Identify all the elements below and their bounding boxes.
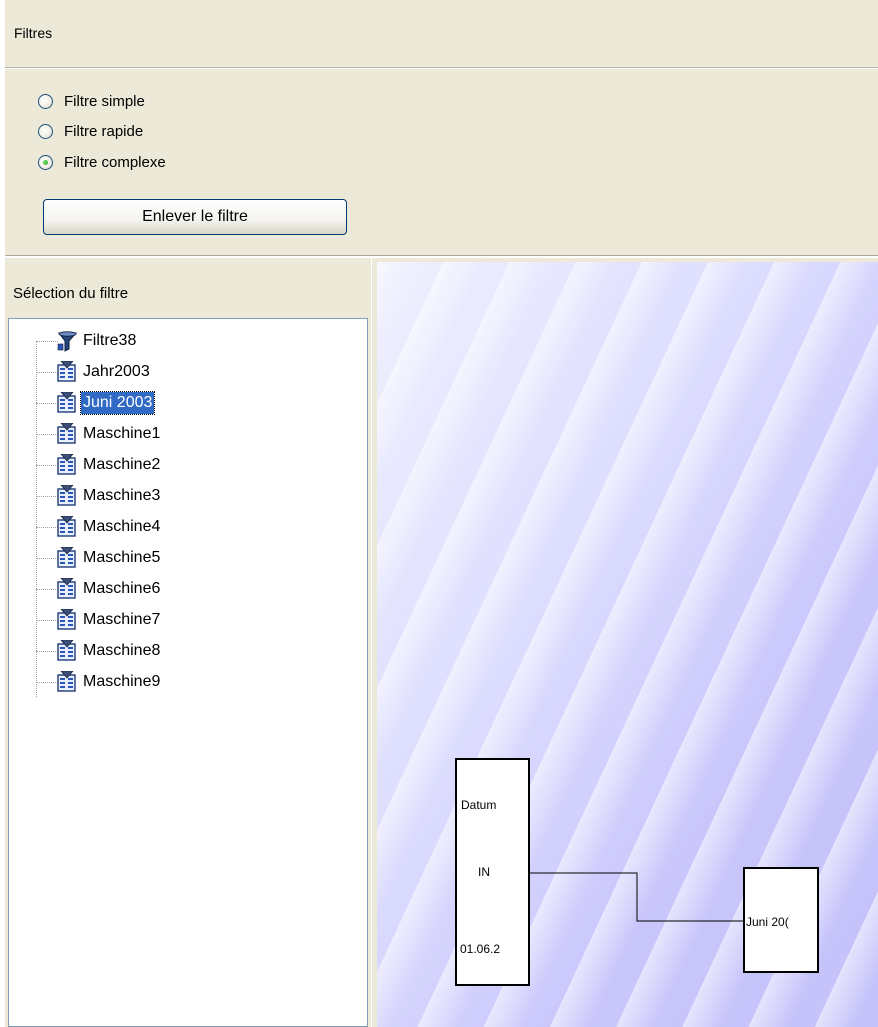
tree-item-label: Maschine1 (83, 425, 161, 442)
tree-item-label: Filtre38 (83, 332, 137, 349)
tree-item[interactable]: Maschine5 (36, 544, 162, 572)
radio-button-checked[interactable] (38, 154, 53, 170)
filters-title: Filtres (14, 25, 53, 41)
filter-document-icon (56, 454, 78, 476)
tree-item[interactable]: Maschine3 (36, 482, 162, 510)
filter-document-icon (56, 578, 78, 600)
filter-document-icon (56, 547, 78, 569)
tree-item[interactable]: Jahr2003 (36, 358, 152, 386)
filter-document-icon (56, 640, 78, 662)
tree-item[interactable]: Maschine6 (36, 575, 162, 603)
radio-button[interactable] (38, 123, 53, 139)
tree-branch-line (36, 526, 58, 528)
tree-branch-line (36, 495, 58, 497)
tree-branch-line (36, 557, 58, 559)
node-connector (529, 872, 744, 922)
tree-item-label: Maschine7 (83, 611, 161, 628)
condition-field: Datum (461, 798, 496, 812)
filters-header: Filtres (5, 0, 878, 68)
condition-value: 01.06.2 (460, 942, 500, 956)
tree-item[interactable]: Filtre38 (36, 327, 138, 355)
filter-selection-title: Sélection du filtre (13, 285, 129, 302)
filter-document-icon (56, 392, 78, 414)
tree-item[interactable]: Maschine8 (36, 637, 162, 665)
filter-mode-group: Filtre simple Filtre rapide Filtre compl… (5, 69, 878, 255)
radio-filtre-rapide[interactable]: Filtre rapide (38, 121, 143, 141)
tree-item[interactable]: Maschine9 (36, 668, 162, 696)
tree-item-label: Maschine8 (83, 642, 161, 659)
filter-diagram-canvas[interactable]: Datum IN 01.06.2 Juni 20( (377, 262, 878, 1027)
tree-item-label: Maschine6 (83, 580, 161, 597)
radio-label: Filtre simple (64, 92, 145, 110)
tree-branch-line (36, 619, 58, 621)
tree-item[interactable]: Juni 2003 (36, 389, 156, 417)
filter-document-icon (56, 423, 78, 445)
tree-branch-line (36, 340, 58, 342)
tree-item-label: Maschine3 (83, 487, 161, 504)
remove-filter-button[interactable]: Enlever le filtre (43, 199, 347, 235)
tree-branch-line (36, 433, 58, 435)
tree-branch-line (36, 681, 58, 683)
tree-item[interactable]: Maschine2 (36, 451, 162, 479)
tree-item[interactable]: Maschine4 (36, 513, 162, 541)
tree-branch-line (36, 588, 58, 590)
tree-branch-line (36, 402, 58, 404)
filter-document-icon (56, 609, 78, 631)
tree-branch-line (36, 650, 58, 652)
filter-document-icon (56, 361, 78, 383)
tree-branch-line (36, 371, 58, 373)
condition-operator: IN (478, 865, 490, 879)
tree-item-label: Juni 2003 (79, 391, 156, 415)
tree-item-label: Maschine2 (83, 456, 161, 473)
filter-icon (56, 330, 78, 352)
radio-button[interactable] (38, 93, 53, 109)
tree-item-label: Maschine9 (83, 673, 161, 690)
radio-label: Filtre complexe (64, 153, 166, 171)
tree-item[interactable]: Maschine1 (36, 420, 162, 448)
filter-document-icon (56, 485, 78, 507)
target-label: Juni 20( (746, 915, 789, 929)
tree-item-label: Jahr2003 (83, 363, 150, 380)
filter-document-icon (56, 671, 78, 693)
tree-item-label: Maschine4 (83, 518, 161, 535)
tree-item[interactable]: Maschine7 (36, 606, 162, 634)
radio-filtre-simple[interactable]: Filtre simple (38, 91, 145, 111)
filter-tree[interactable]: Filtre38 Jahr2003 Juni 2003 Maschine1 Maschi… (8, 318, 368, 1027)
tree-branch-line (36, 464, 58, 466)
tree-item-label: Maschine5 (83, 549, 161, 566)
filter-diagram: Datum IN 01.06.2 Juni 20( (455, 758, 819, 986)
radio-label: Filtre rapide (64, 122, 144, 140)
filter-document-icon (56, 516, 78, 538)
radio-filtre-complexe[interactable]: Filtre complexe (38, 152, 166, 172)
